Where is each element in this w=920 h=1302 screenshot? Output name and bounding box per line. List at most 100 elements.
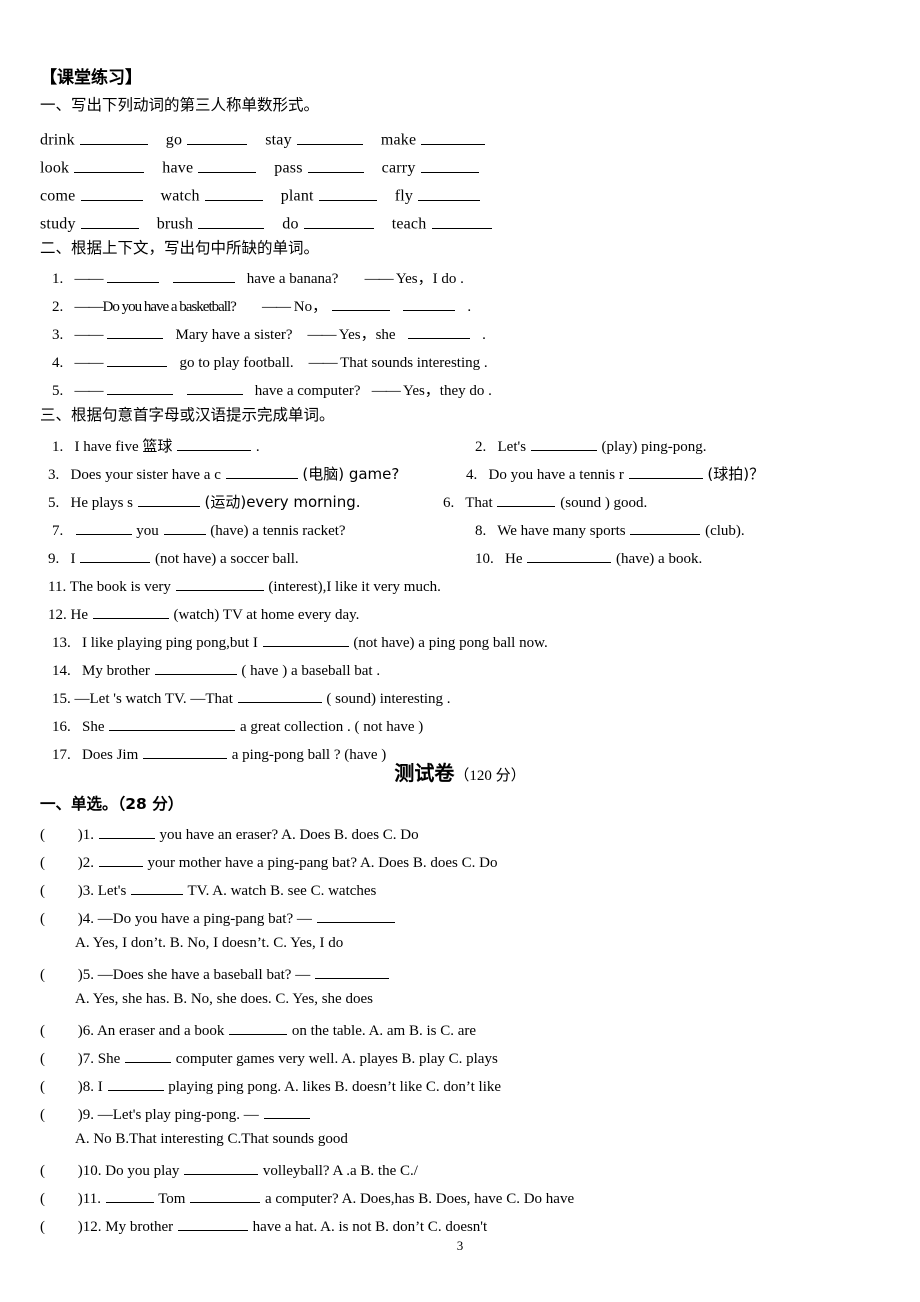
question-options[interactable]: A .a B. the C./ xyxy=(333,1163,418,1179)
question-options[interactable]: A. Yes, she has. B. No, she does. C. Yes… xyxy=(75,991,373,1007)
question-stem: have a hat. xyxy=(252,1218,318,1235)
answer-blank[interactable] xyxy=(172,268,235,283)
item-number: 3. xyxy=(48,466,60,483)
answer-blank[interactable] xyxy=(98,852,143,867)
answer-blank[interactable] xyxy=(109,716,236,731)
answer-blank[interactable] xyxy=(154,660,237,675)
answer-blank[interactable] xyxy=(297,129,363,145)
answer-bracket[interactable]: ( xyxy=(40,1191,74,1207)
question-options[interactable]: A. Does,has B. Does, have C. Do have xyxy=(342,1191,574,1207)
answer-blank[interactable] xyxy=(107,380,174,395)
answer-blank[interactable] xyxy=(316,908,395,923)
answer-blank[interactable] xyxy=(318,185,377,201)
answer-bracket[interactable]: ( xyxy=(40,855,74,871)
answer-bracket[interactable]: ( xyxy=(40,827,74,843)
answer-bracket[interactable]: ( xyxy=(40,1107,74,1123)
answer-blank[interactable] xyxy=(190,1188,261,1203)
worksheet-page: 【课堂练习】 一、写出下列动词的第三人称单数形式。 drink go stay … xyxy=(0,0,920,1302)
answer-bracket[interactable]: ( xyxy=(40,911,74,927)
answer-blank[interactable] xyxy=(198,213,265,229)
answer-blank[interactable] xyxy=(107,324,164,339)
answer-bracket[interactable]: ( xyxy=(40,1051,74,1067)
answer-blank[interactable] xyxy=(79,129,148,145)
question-options[interactable]: A. is not B. don’t C. doesn't xyxy=(320,1219,487,1235)
answer-blank[interactable] xyxy=(105,1188,154,1203)
answer-blank[interactable] xyxy=(98,824,155,839)
mc-options-row[interactable]: A. Yes, she has. B. No, she does. C. Yes… xyxy=(75,992,373,1007)
answer-bracket[interactable]: ( xyxy=(40,1163,74,1179)
item-number: 3. xyxy=(52,326,64,343)
answer-blank[interactable] xyxy=(262,632,349,647)
answer-blank[interactable] xyxy=(187,129,248,145)
answer-blank[interactable] xyxy=(125,1048,171,1063)
answer-blank[interactable] xyxy=(107,268,160,283)
answer-blank[interactable] xyxy=(177,1216,248,1231)
answer-blank[interactable] xyxy=(303,213,374,229)
answer-blank[interactable] xyxy=(163,520,206,535)
question-options[interactable]: A. likes B. doesn’t like C. don’t like xyxy=(284,1079,501,1095)
answer-blank[interactable] xyxy=(237,688,322,703)
answer-blank[interactable] xyxy=(530,436,597,451)
question-options[interactable]: A. Does B. does C. Do xyxy=(281,827,419,843)
page-number: 3 xyxy=(456,1238,464,1253)
answer-blank[interactable] xyxy=(80,548,151,563)
answer-blank[interactable] xyxy=(497,492,556,507)
item-answer: Yes，she xyxy=(338,326,396,343)
answer-bracket[interactable]: ( xyxy=(40,1079,74,1095)
answer-blank[interactable] xyxy=(177,436,252,451)
item-text: Mary have a sister? xyxy=(175,326,293,343)
answer-blank[interactable] xyxy=(628,464,703,479)
answer-blank[interactable] xyxy=(431,213,492,229)
answer-blank[interactable] xyxy=(107,352,168,367)
answer-blank[interactable] xyxy=(421,129,486,145)
answer-blank[interactable] xyxy=(198,157,257,173)
question-stem: playing ping pong. xyxy=(168,1078,282,1095)
answer-blank[interactable] xyxy=(107,1076,164,1091)
answer-blank[interactable] xyxy=(403,296,456,311)
answer-blank[interactable] xyxy=(92,604,169,619)
answer-blank[interactable] xyxy=(75,520,132,535)
answer-blank[interactable] xyxy=(175,576,264,591)
answer-blank[interactable] xyxy=(229,1020,288,1035)
answer-blank[interactable] xyxy=(527,548,612,563)
answer-blank[interactable] xyxy=(225,464,298,479)
answer-blank[interactable] xyxy=(420,157,479,173)
item-text: She xyxy=(82,718,109,735)
question-number: )6. xyxy=(77,1022,94,1039)
answer-bracket[interactable]: ( xyxy=(40,1023,74,1039)
answer-bracket[interactable]: ( xyxy=(40,1219,74,1235)
answer-blank[interactable] xyxy=(186,380,243,395)
answer-blank[interactable] xyxy=(74,157,145,173)
question-options[interactable]: A. am B. is C. are xyxy=(369,1023,476,1039)
answer-blank[interactable] xyxy=(204,185,263,201)
answer-blank[interactable] xyxy=(137,492,200,507)
answer-blank[interactable] xyxy=(418,185,481,201)
answer-blank[interactable] xyxy=(184,1160,259,1175)
item-mid: —That xyxy=(190,690,237,707)
answer-bracket[interactable]: ( xyxy=(40,883,74,899)
item-answer: Yes，they do . xyxy=(402,382,492,399)
question-options[interactable]: A. playes B. play C. plays xyxy=(341,1051,498,1067)
mc-options-row[interactable]: A. No B.That interesting C.That sounds g… xyxy=(75,1132,348,1147)
answer-blank[interactable] xyxy=(331,296,390,311)
answer-blank[interactable] xyxy=(307,157,364,173)
item-tail: . xyxy=(467,298,472,315)
question-mid: — xyxy=(296,910,316,927)
answer-blank[interactable] xyxy=(80,213,139,229)
item-text: I like playing ping pong,but I xyxy=(82,634,258,651)
item-tail: (球拍)？ xyxy=(707,464,765,483)
answer-blank[interactable] xyxy=(314,964,389,979)
answer-blank[interactable] xyxy=(630,520,701,535)
question-stem: TV. xyxy=(187,882,210,899)
question-options[interactable]: A. Does B. does C. Do xyxy=(360,855,498,871)
answer-blank[interactable] xyxy=(131,880,184,895)
item-number: 2. xyxy=(52,298,64,315)
question-options[interactable]: A. No B.That interesting C.That sounds g… xyxy=(75,1131,348,1147)
answer-blank[interactable] xyxy=(407,324,470,339)
answer-blank[interactable] xyxy=(80,185,143,201)
mc-options-row[interactable]: A. Yes, I don’t. B. No, I doesn’t. C. Ye… xyxy=(75,936,343,951)
answer-bracket[interactable]: ( xyxy=(40,967,74,983)
question-options[interactable]: A. Yes, I don’t. B. No, I doesn’t. C. Ye… xyxy=(75,935,343,951)
question-options[interactable]: A. watch B. see C. watches xyxy=(212,883,376,899)
answer-blank[interactable] xyxy=(263,1104,310,1119)
